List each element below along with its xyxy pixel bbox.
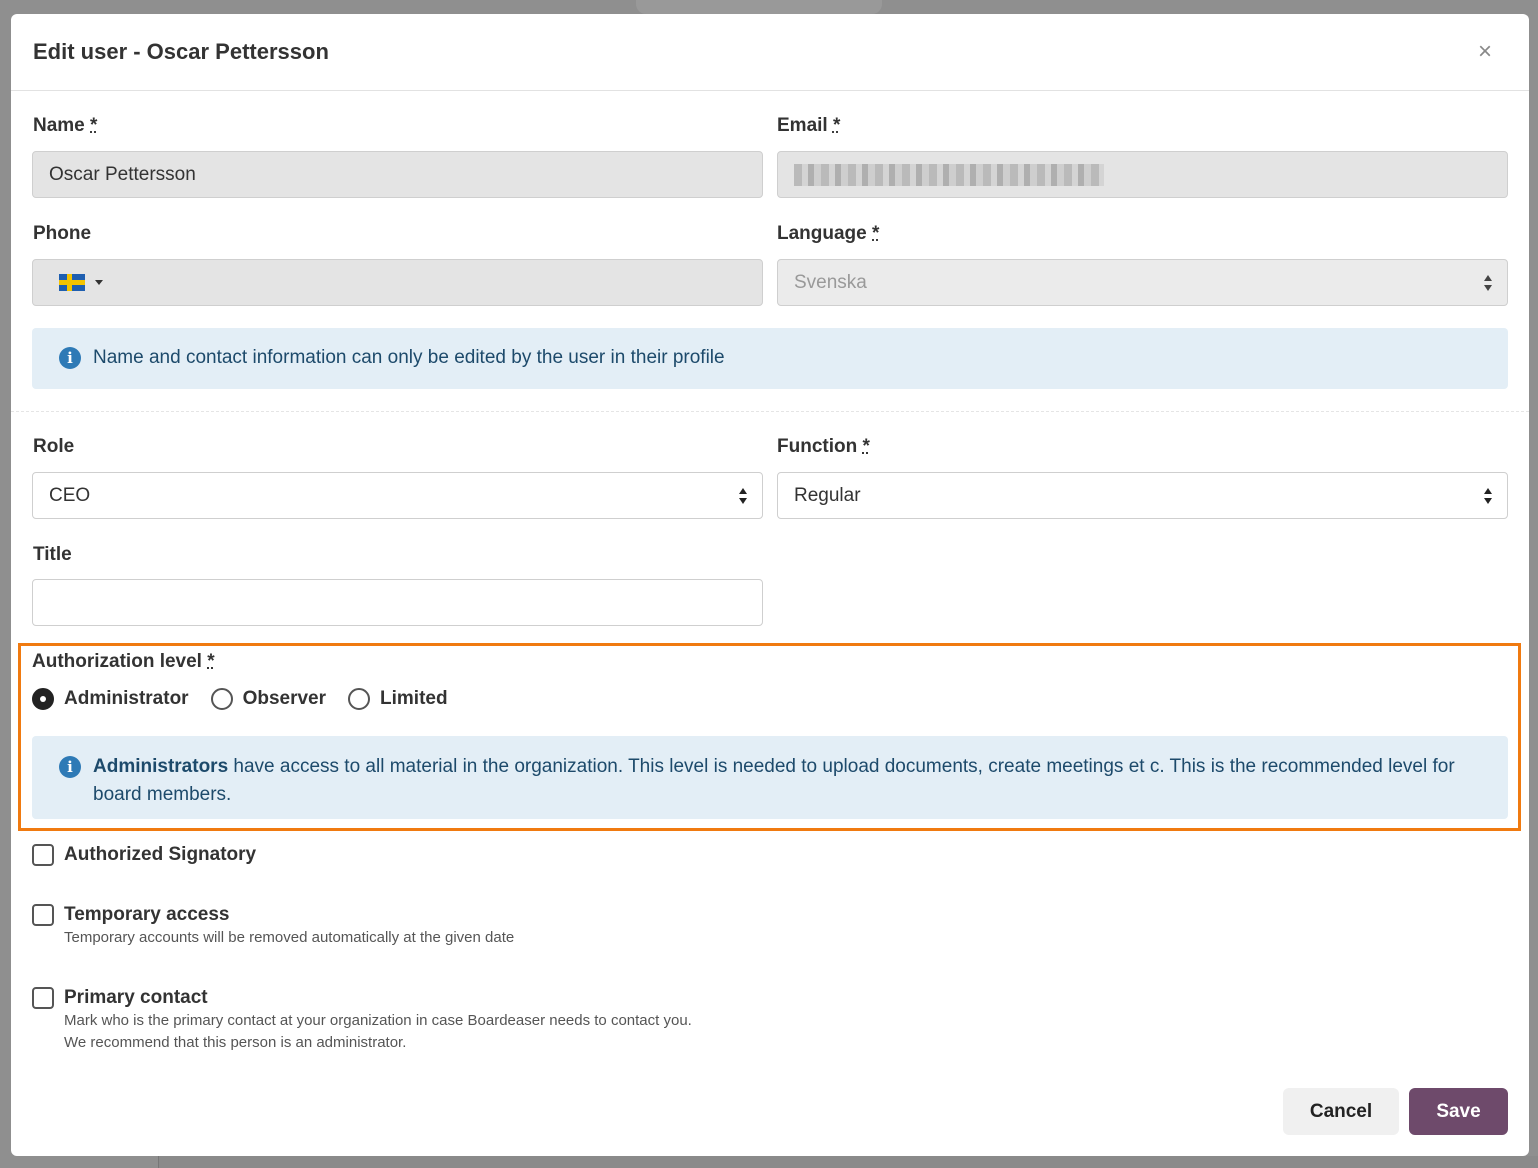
- info-icon: i: [59, 756, 81, 778]
- primary-contact-help-1: Mark who is the primary contact at your …: [64, 1012, 692, 1029]
- radio-limited-label[interactable]: Limited: [380, 688, 448, 710]
- role-select[interactable]: CEO: [32, 472, 763, 519]
- cancel-button[interactable]: Cancel: [1283, 1088, 1399, 1135]
- modal-header: Edit user - Oscar Pettersson ×: [11, 14, 1529, 91]
- temporary-access-label[interactable]: Temporary access: [64, 904, 229, 926]
- role-value: CEO: [49, 484, 91, 506]
- primary-contact-label[interactable]: Primary contact: [64, 987, 208, 1009]
- authorization-label: Authorization level *: [32, 651, 215, 673]
- name-label-text: Name: [33, 115, 85, 136]
- authorization-info-rest: have access to all material in the organ…: [93, 756, 1455, 805]
- required-mark: *: [862, 436, 870, 457]
- authorization-label-text: Authorization level: [32, 651, 202, 672]
- title-label: Title: [33, 544, 72, 565]
- authorization-info-bold: Administrators: [93, 756, 229, 777]
- role-label: Role: [33, 436, 75, 457]
- blurred-email: [794, 163, 1104, 186]
- select-arrows-icon: [739, 488, 747, 504]
- language-value: Svenska: [794, 271, 867, 293]
- language-select[interactable]: Svenska: [777, 259, 1508, 306]
- required-mark: *: [832, 115, 841, 136]
- required-mark: *: [90, 115, 98, 136]
- email-label-text: Email: [777, 115, 828, 136]
- sweden-flag-icon[interactable]: [59, 274, 85, 291]
- primary-contact-checkbox[interactable]: [32, 987, 54, 1009]
- edit-user-modal: Edit user - Oscar Pettersson × Name * Os…: [11, 14, 1529, 1156]
- authorized-signatory-checkbox[interactable]: [32, 844, 54, 866]
- contact-info-notice-text: Name and contact information can only be…: [93, 347, 725, 368]
- radio-limited[interactable]: [348, 688, 371, 710]
- language-label-text: Language: [777, 223, 867, 244]
- function-label-text: Function: [777, 436, 858, 457]
- close-icon[interactable]: ×: [1471, 38, 1499, 66]
- radio-observer[interactable]: [210, 688, 233, 710]
- language-label: Language *: [777, 223, 879, 245]
- backdrop-strip: [636, 0, 882, 14]
- name-value: Oscar Pettersson: [49, 163, 196, 185]
- select-arrows-icon: [1484, 488, 1492, 504]
- required-mark: *: [207, 651, 215, 672]
- authorization-info-text: Administrators have access to all materi…: [93, 753, 1483, 809]
- name-label: Name *: [33, 115, 97, 137]
- authorization-radio-group: Administrator Observer Limited: [32, 688, 470, 710]
- title-input[interactable]: [32, 579, 763, 626]
- required-mark: *: [872, 223, 880, 244]
- radio-observer-label[interactable]: Observer: [243, 688, 326, 710]
- phone-field[interactable]: [32, 259, 763, 306]
- email-field[interactable]: [777, 151, 1508, 198]
- temporary-access-help: Temporary accounts will be removed autom…: [64, 929, 515, 946]
- phone-label: Phone: [33, 223, 92, 244]
- email-label: Email *: [777, 115, 840, 137]
- name-field[interactable]: Oscar Pettersson: [32, 151, 763, 198]
- primary-contact-help-2: We recommend that this person is an admi…: [64, 1034, 407, 1051]
- function-label: Function *: [777, 436, 870, 458]
- radio-administrator[interactable]: [32, 688, 54, 710]
- modal-title: Edit user - Oscar Pettersson: [33, 39, 329, 64]
- select-arrows-icon: [1484, 275, 1492, 291]
- info-icon: i: [59, 347, 81, 369]
- backdrop-bottom: [158, 1156, 1538, 1168]
- authorized-signatory-label[interactable]: Authorized Signatory: [64, 844, 256, 866]
- save-button[interactable]: Save: [1409, 1088, 1508, 1135]
- authorization-info: i Administrators have access to all mate…: [32, 736, 1508, 819]
- radio-administrator-label[interactable]: Administrator: [64, 688, 189, 710]
- function-select[interactable]: Regular: [777, 472, 1508, 519]
- section-divider: [11, 411, 1529, 412]
- contact-info-notice: i Name and contact information can only …: [32, 328, 1508, 389]
- temporary-access-checkbox[interactable]: [32, 904, 54, 926]
- chevron-down-icon[interactable]: [95, 280, 103, 285]
- function-value: Regular: [794, 484, 861, 506]
